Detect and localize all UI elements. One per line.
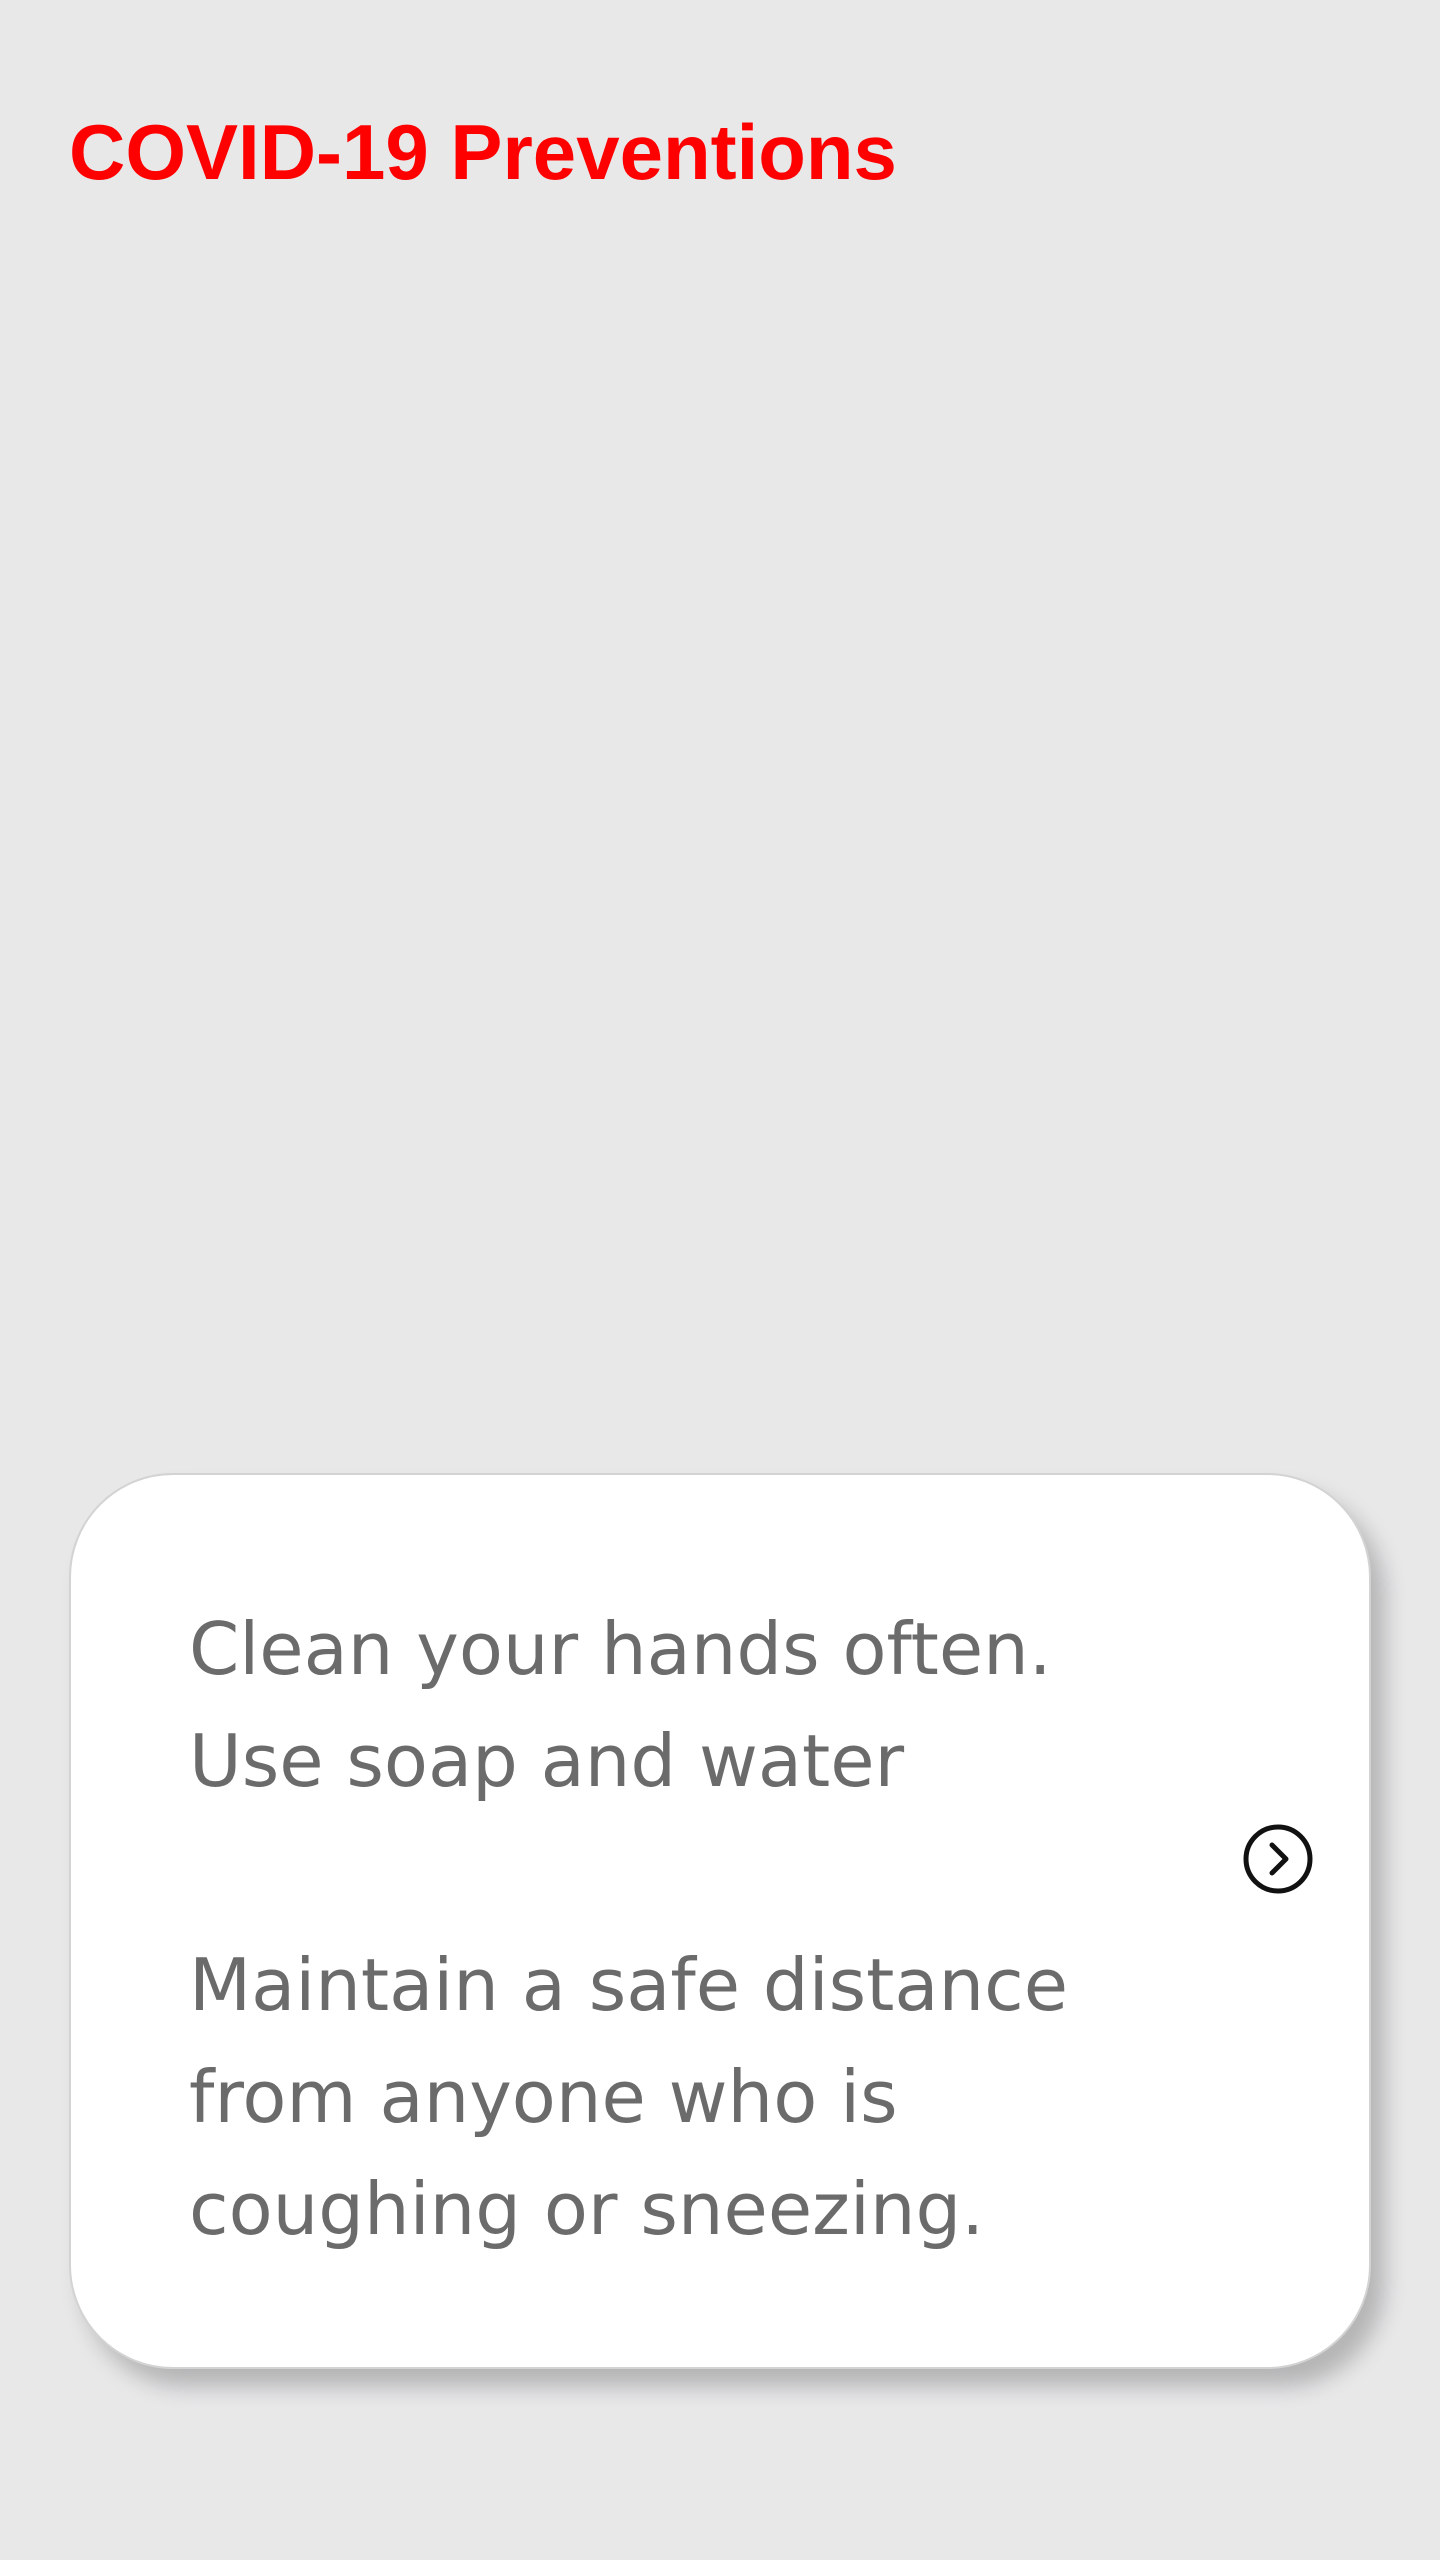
tip-hand-washing: Clean your hands often. Use soap and wate… bbox=[189, 1593, 1052, 1817]
tip-line: Clean your hands often. bbox=[189, 1607, 1052, 1691]
prevention-tips-card: Clean your hands often. Use soap and wate… bbox=[69, 1473, 1371, 2369]
next-tip-button[interactable] bbox=[1242, 1823, 1314, 1895]
tip-line: Use soap and water bbox=[189, 1719, 905, 1803]
tip-line: Maintain a safe distance bbox=[189, 1943, 1069, 2027]
tip-line: coughing or sneezing. bbox=[189, 2167, 985, 2251]
tip-safe-distance: Maintain a safe distance from anyone who … bbox=[189, 1929, 1068, 2265]
chevron-right-circle-icon bbox=[1242, 1823, 1314, 1895]
page-title: COVID-19 Preventions bbox=[69, 108, 897, 196]
tip-line: from anyone who is bbox=[189, 2055, 898, 2139]
